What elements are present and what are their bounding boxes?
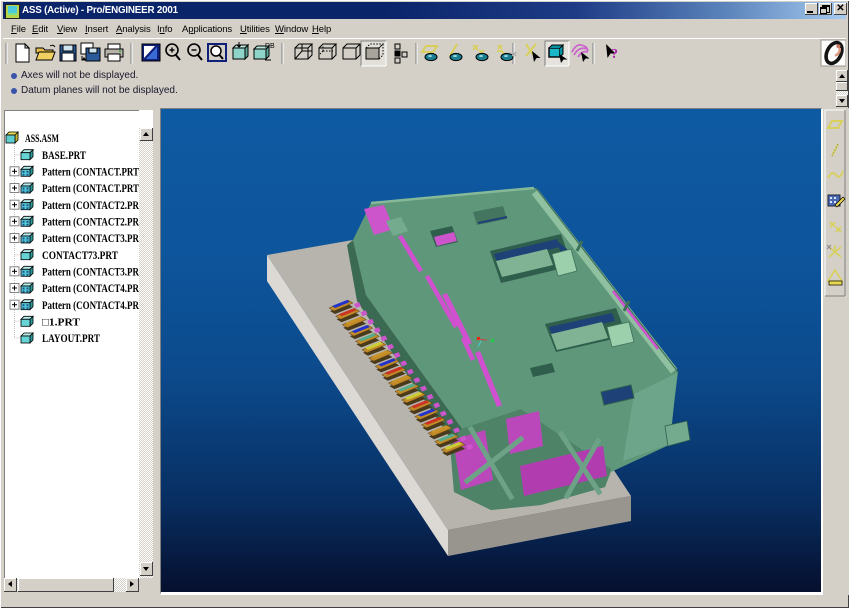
svg-text:CONTACT73.PRT: CONTACT73.PRT [42,248,118,262]
svg-text:RB: RB [265,43,275,50]
svg-text:Pattern (CONTACT.PRT: Pattern (CONTACT.PRT [42,181,139,195]
svg-text:Pattern (CONTACT4.PR: Pattern (CONTACT4.PR [42,281,139,295]
svg-text:ASS.ASM: ASS.ASM [25,131,59,145]
svg-text:Pattern (CONTACT4.PR: Pattern (CONTACT4.PR [42,298,139,312]
svg-text:□1.PRT: □1.PRT [42,317,81,329]
svg-text:Pattern (CONTACT2.PR: Pattern (CONTACT2.PR [42,198,139,212]
svg-text:Pattern (CONTACT.PRT: Pattern (CONTACT.PRT [42,165,139,179]
svg-text:LAYOUT.PRT: LAYOUT.PRT [42,331,100,345]
svg-text:?: ? [611,47,618,62]
svg-text:BASE.PRT: BASE.PRT [42,148,86,162]
svg-text:Pattern (CONTACT2.PR: Pattern (CONTACT2.PR [42,215,139,229]
svg-text:Pattern (CONTACT3.PR: Pattern (CONTACT3.PR [42,265,139,279]
svg-text:Pattern (CONTACT3.PR: Pattern (CONTACT3.PR [42,231,139,245]
